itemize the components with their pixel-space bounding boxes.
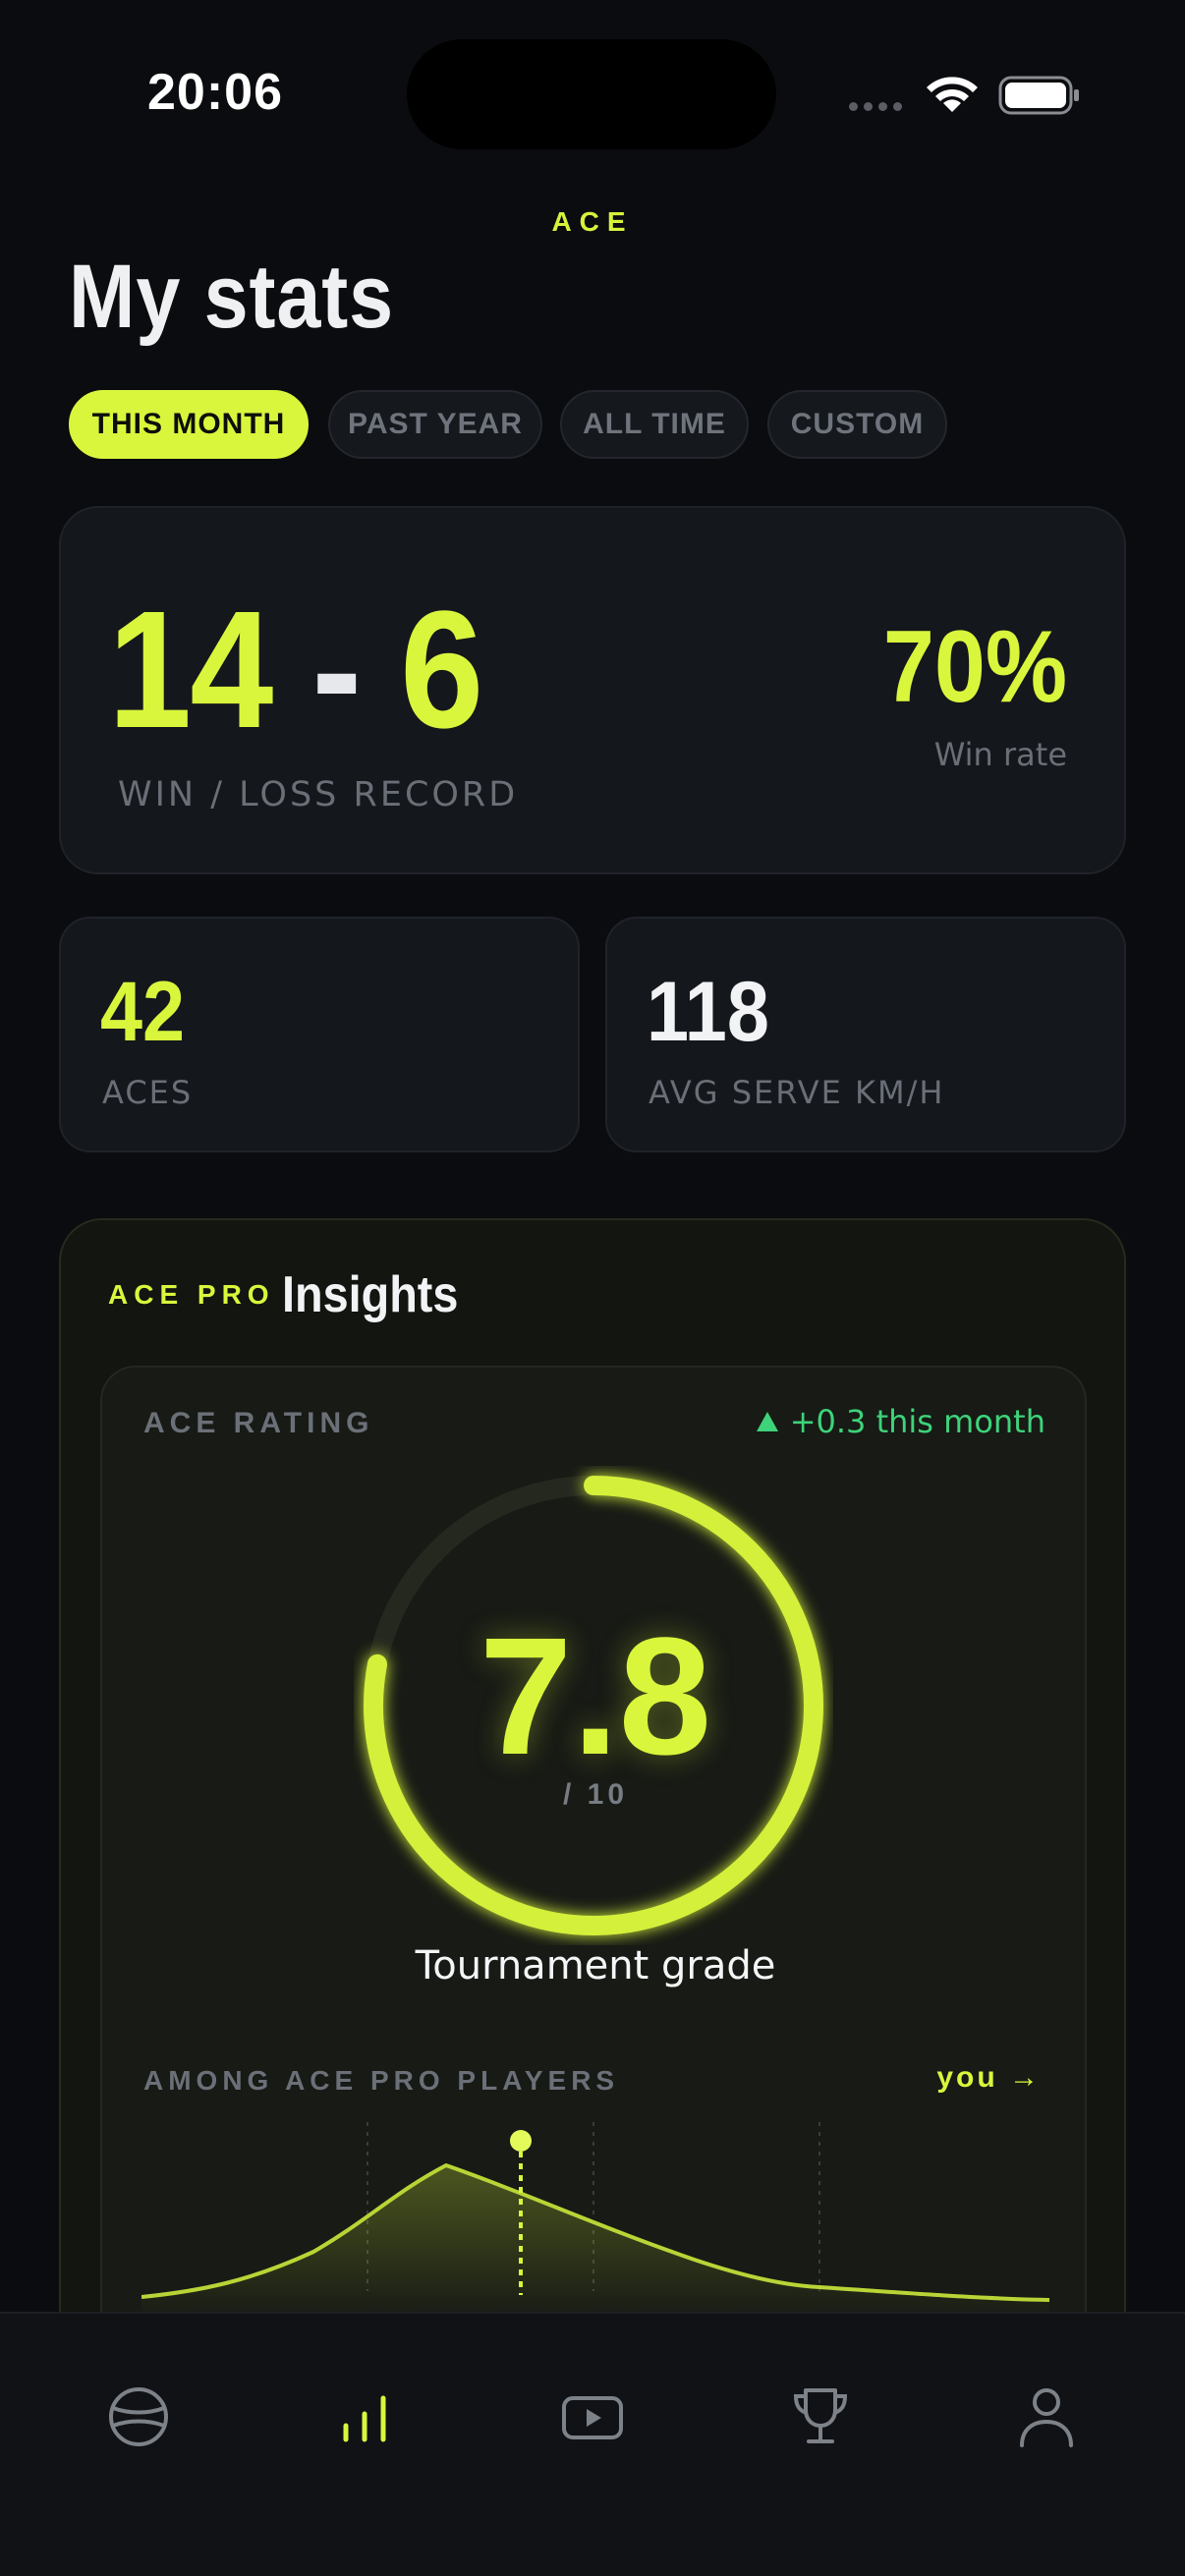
record-label: WIN / LOSS RECORD	[118, 775, 519, 814]
brand-logo-text: ACE	[551, 206, 634, 237]
tennis-ball-icon	[109, 2387, 168, 2446]
aces-value: 42	[100, 965, 186, 1059]
battery-icon	[998, 76, 1079, 115]
nav-matches[interactable]	[104, 2382, 173, 2451]
video-play-icon	[562, 2396, 623, 2439]
rating-scale: / 10	[562, 1778, 629, 1811]
insights-panel: ACE PRO Insights ACE RATING +0.3 this mo…	[59, 1218, 1126, 2446]
rating-value: 7.8	[479, 1603, 712, 1790]
stats-bars-icon	[343, 2395, 386, 2442]
stats-screen: 20:06 ACE My stats THIS MONTH PAST YEAR …	[0, 0, 1185, 2576]
ace-rating-card: ACE RATING +0.3 this month 7.8 / 10 Tour…	[100, 1366, 1087, 2446]
tab-this-month[interactable]: THIS MONTH	[69, 390, 309, 459]
nav-videos[interactable]	[558, 2382, 627, 2451]
rating-grade: Tournament grade	[415, 1943, 776, 1988]
rating-label: ACE RATING	[143, 1407, 374, 1439]
wins-value: 14	[108, 577, 273, 763]
tab-past-year[interactable]: PAST YEAR	[328, 390, 542, 459]
losses-value: 6	[400, 577, 483, 763]
bottom-nav	[0, 2312, 1185, 2576]
dynamic-island	[407, 39, 776, 149]
distribution-label: AMONG ACE PRO PLAYERS	[143, 2065, 620, 2096]
win-rate-value: 70%	[882, 610, 1067, 724]
trophy-icon	[793, 2388, 848, 2443]
pro-badge: ACE PRO	[108, 1279, 275, 1310]
you-marker-dot	[510, 2130, 532, 2152]
nav-stats[interactable]	[330, 2382, 399, 2451]
page-title: My stats	[69, 247, 395, 347]
cellular-signal-icon	[849, 102, 902, 111]
status-time: 20:06	[147, 64, 283, 121]
tab-all-time[interactable]: ALL TIME	[560, 390, 749, 459]
serve-speed-value: 118	[647, 965, 769, 1059]
aces-label: ACES	[102, 1074, 194, 1111]
rating-delta: +0.3 this month	[756, 1403, 1045, 1440]
record-separator: -	[311, 577, 362, 763]
insights-title: Insights	[282, 1266, 459, 1323]
trend-up-icon	[756, 1412, 778, 1431]
profile-icon	[1020, 2388, 1073, 2447]
wifi-icon	[927, 77, 978, 112]
win-loss-card: 14 - 6 WIN / LOSS RECORD 70% Win rate	[59, 506, 1126, 874]
serve-speed-label: AVG SERVE KM/H	[649, 1074, 945, 1111]
aces-card: 42 ACES	[59, 917, 580, 1152]
player-distribution-curve	[141, 2122, 1049, 2321]
win-rate-label: Win rate	[933, 736, 1067, 773]
rating-delta-text: +0.3 this month	[789, 1403, 1045, 1440]
nav-profile[interactable]	[1012, 2382, 1081, 2451]
you-marker-link[interactable]: you →	[936, 2061, 1042, 2095]
tab-custom[interactable]: CUSTOM	[767, 390, 947, 459]
serve-speed-card: 118 AVG SERVE KM/H	[605, 917, 1126, 1152]
nav-tournaments[interactable]	[786, 2382, 855, 2451]
win-loss-record: 14 - 6	[108, 587, 483, 754]
